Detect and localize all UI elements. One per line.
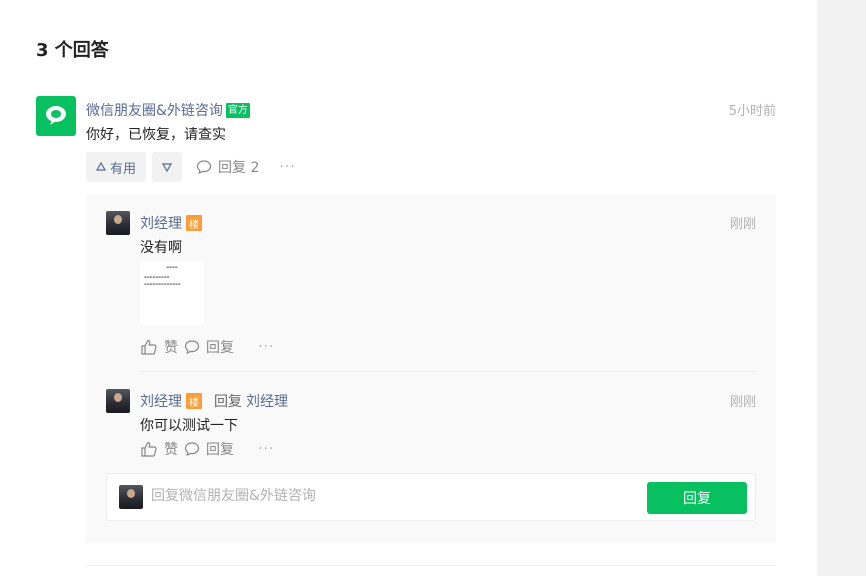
answer-timestamp: 5小时前 [728,104,776,119]
reply-to-author-link[interactable]: 刘经理 [246,391,288,411]
answer-body-text: 你好，已恢复，请查实 [86,127,226,143]
thumbnail-line: ▬▬▬▬▬▬▬▬▬ [144,275,170,279]
floor-badge: 楼 [186,393,202,409]
answer-author-link[interactable]: 微信朋友圈&外链咨询 [86,100,223,120]
like-button[interactable]: 赞 [164,337,178,357]
answer-reply-label: 回复 2 [218,160,260,176]
answers-count-heading: 3 个回答 [36,40,109,61]
comment-more-button[interactable]: ··· [258,339,274,355]
thumbnail-line: ▬▬▬▬ [166,265,178,269]
like-button[interactable]: 赞 [164,439,178,459]
comment-bubble-icon[interactable] [184,441,200,457]
floor-badge: 楼 [186,215,202,231]
comment-bubble-icon[interactable] [184,339,200,355]
answer-separator [86,565,776,566]
thumbnail-line: ▬▬▬▬▬▬▬▬▬▬▬▬▬ [144,282,181,286]
comment-image-thumbnail[interactable]: ▬▬▬▬ ▬▬▬▬▬▬▬▬▬ ▬▬▬▬▬▬▬▬▬▬▬▬▬ [140,261,204,325]
answer-actions: 有用 回复 2 ··· [86,152,296,182]
reply-input[interactable] [151,488,631,504]
avatar [119,485,143,509]
comment-more-button[interactable]: ··· [258,441,274,457]
reply-to-label: 回复 [214,394,242,410]
comment-timestamp: 刚刚 [729,217,756,232]
comment-bubble-icon [196,159,212,175]
comment-item: 刘经理 楼 回复 刘经理 刚刚 你可以测试一下 赞 回复 ··· [106,389,756,459]
useful-label: 有用 [110,161,137,177]
official-badge: 官方 [225,102,250,118]
not-useful-button[interactable] [152,152,183,182]
comment-text: 你可以测试一下 [140,418,238,434]
reply-composer: 回复 [106,473,756,521]
comment-author-link[interactable]: 刘经理 [140,213,182,233]
comment-item: 刘经理 楼 刚刚 没有啊 ▬▬▬▬ ▬▬▬▬▬▬▬▬▬ ▬▬▬▬▬▬▬▬▬▬▬▬… [106,211,756,361]
comment-reply-button[interactable]: 回复 [206,439,234,459]
comment-divider [140,371,756,372]
triangle-down-icon [162,162,173,172]
answer-reply-button[interactable]: 回复 2 [196,157,259,177]
comments-panel: 刘经理 楼 刚刚 没有啊 ▬▬▬▬ ▬▬▬▬▬▬▬▬▬ ▬▬▬▬▬▬▬▬▬▬▬▬… [86,195,776,543]
comment-actions: 赞 回复 ··· [140,337,274,357]
useful-button[interactable]: 有用 [86,152,147,182]
right-sidebar-rail [817,0,866,576]
thumbs-up-icon[interactable] [140,338,158,356]
answer-more-button[interactable]: ··· [279,159,295,175]
avatar[interactable] [106,211,130,235]
comment-actions: 赞 回复 ··· [140,439,274,459]
comment-text: 没有啊 [140,240,182,256]
thumbs-up-icon[interactable] [140,440,158,458]
triangle-up-icon [96,162,106,172]
comment-author-link[interactable]: 刘经理 [140,391,182,411]
comment-timestamp: 刚刚 [729,395,756,410]
comment-reply-button[interactable]: 回复 [206,337,234,357]
wechat-logo-icon[interactable] [36,96,76,136]
avatar[interactable] [106,389,130,413]
submit-reply-button[interactable]: 回复 [647,482,747,514]
